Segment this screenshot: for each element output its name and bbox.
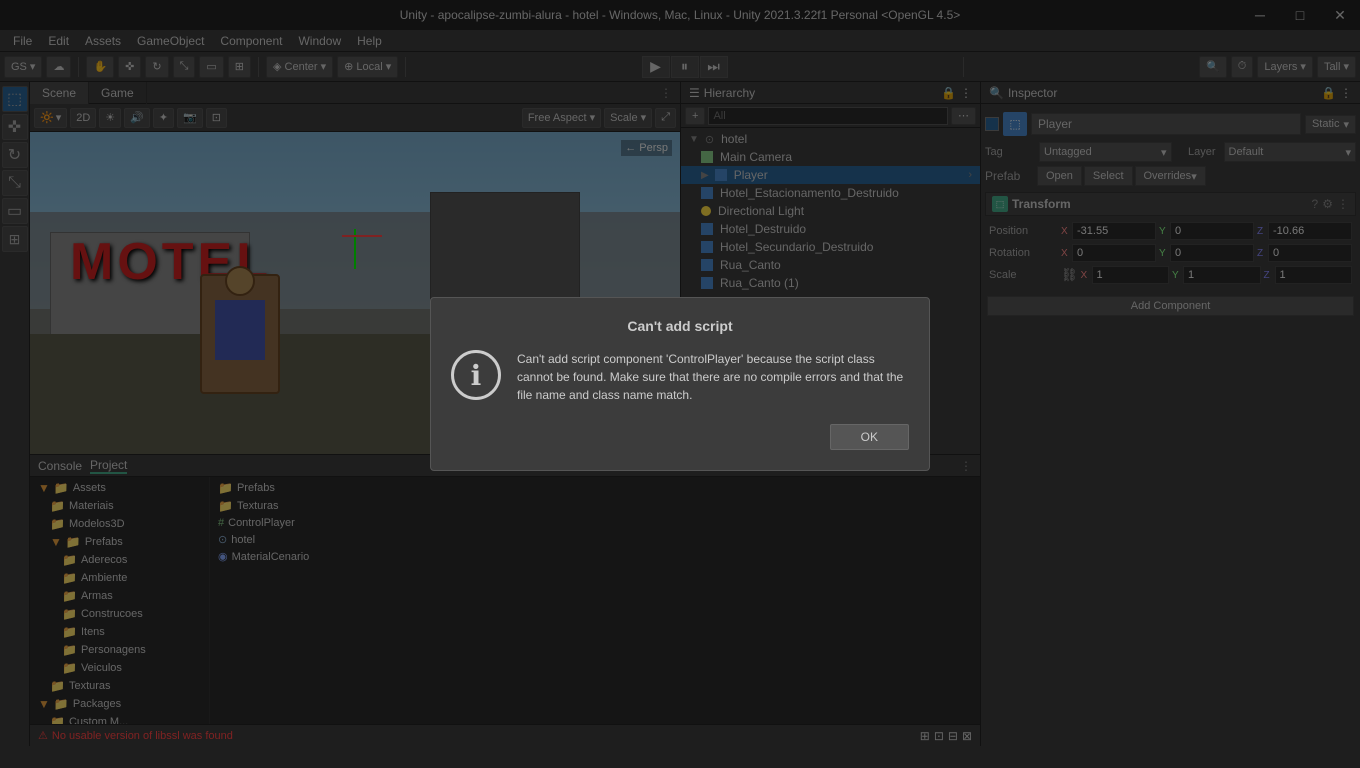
modal-overlay[interactable]: Can't add script ℹ Can't add script comp…: [0, 0, 1360, 768]
modal-body: ℹ Can't add script component 'ControlPla…: [451, 350, 909, 404]
modal-title: Can't add script: [451, 318, 909, 334]
modal-dialog: Can't add script ℹ Can't add script comp…: [430, 297, 930, 471]
modal-footer: OK: [451, 424, 909, 450]
modal-ok-button[interactable]: OK: [830, 424, 909, 450]
info-icon-char: ℹ: [471, 359, 482, 392]
modal-info-icon: ℹ: [451, 350, 501, 400]
modal-message: Can't add script component 'ControlPlaye…: [517, 350, 909, 404]
